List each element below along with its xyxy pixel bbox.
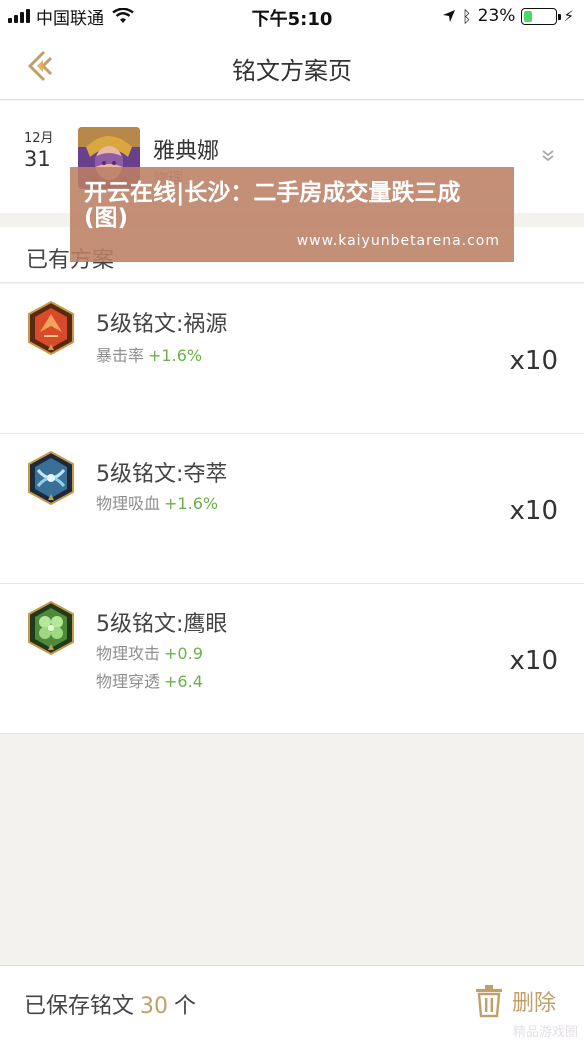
bottom-bar: 已保存铭文 30 个 删除 精品游戏圈 — [0, 965, 584, 1040]
rune-stat: 物理穿透 +6.4 — [96, 668, 203, 692]
rune-item[interactable]: 5级铭文:夺萃 物理吸血 +1.6% x10 — [0, 434, 584, 584]
stat-value: +0.9 — [164, 644, 203, 663]
blue-rune-icon — [28, 450, 74, 506]
saved-prefix: 已保存铭文 — [24, 994, 135, 1019]
date-block: 12月 31 — [24, 127, 54, 171]
stat-label: 物理穿透 — [96, 672, 161, 691]
stat-value: +6.4 — [164, 672, 203, 691]
stat-label: 物理吸血 — [96, 494, 161, 513]
rune-item[interactable]: 5级铭文:鹰眼 物理攻击 +0.9 物理穿透 +6.4 x10 — [0, 584, 584, 734]
stat-value: +1.6% — [148, 346, 203, 365]
date-day: 31 — [24, 147, 51, 171]
saved-summary: 已保存铭文 30 个 — [24, 988, 196, 1020]
rune-name: 5级铭文:夺萃 — [96, 462, 228, 487]
stat-value: +1.6% — [164, 494, 219, 513]
saved-suffix: 个 — [174, 994, 197, 1019]
delete-label: 删除 — [511, 991, 556, 1016]
delete-button[interactable]: 删除 — [474, 984, 556, 1018]
location-arrow-icon — [443, 10, 456, 22]
rune-count: x10 — [509, 646, 558, 676]
watermark-text: 精品游戏圈 — [512, 1025, 578, 1040]
charging-icon: ⚡ — [563, 7, 574, 25]
ad-url: www.kaiyunbetarena.com — [296, 233, 500, 249]
double-chevron-down-icon[interactable] — [540, 149, 556, 163]
bluetooth-icon: ᛒ — [462, 6, 472, 26]
green-rune-icon — [28, 600, 74, 656]
saved-count: 30 — [140, 994, 169, 1019]
trash-icon — [475, 985, 502, 1018]
red-rune-icon — [28, 300, 74, 356]
ad-title: 开云在线|长沙：二手房成交量跌三成(图) — [84, 180, 461, 231]
rune-count: x10 — [509, 496, 558, 526]
ad-overlay[interactable]: 开云在线|长沙：二手房成交量跌三成(图) www.kaiyunbetarena.… — [70, 167, 514, 262]
rune-name: 5级铭文:祸源 — [96, 312, 228, 337]
hero-name: 雅典娜 — [153, 139, 220, 164]
status-right: ᛒ 23% ⚡ — [442, 5, 574, 27]
rune-name: 5级铭文:鹰眼 — [96, 612, 228, 637]
rune-stat: 物理攻击 +0.9 — [96, 640, 203, 664]
nav-bar: 铭文方案页 — [0, 34, 584, 100]
battery-percent: 23% — [477, 6, 516, 26]
status-bar: 中国联通 下午5:10 ᛒ 23% ⚡ — [0, 0, 584, 34]
battery-icon — [521, 7, 562, 25]
rune-item[interactable]: 5级铭文:祸源 暴击率 +1.6% x10 — [0, 284, 584, 434]
stat-label: 物理攻击 — [96, 644, 161, 663]
rune-count: x10 — [509, 346, 558, 376]
page-title: 铭文方案页 — [232, 57, 352, 85]
rune-stat: 暴击率 +1.6% — [96, 342, 202, 366]
stat-label: 暴击率 — [96, 346, 145, 365]
rune-stat: 物理吸血 +1.6% — [96, 490, 218, 514]
date-month: 12月 — [24, 131, 54, 146]
